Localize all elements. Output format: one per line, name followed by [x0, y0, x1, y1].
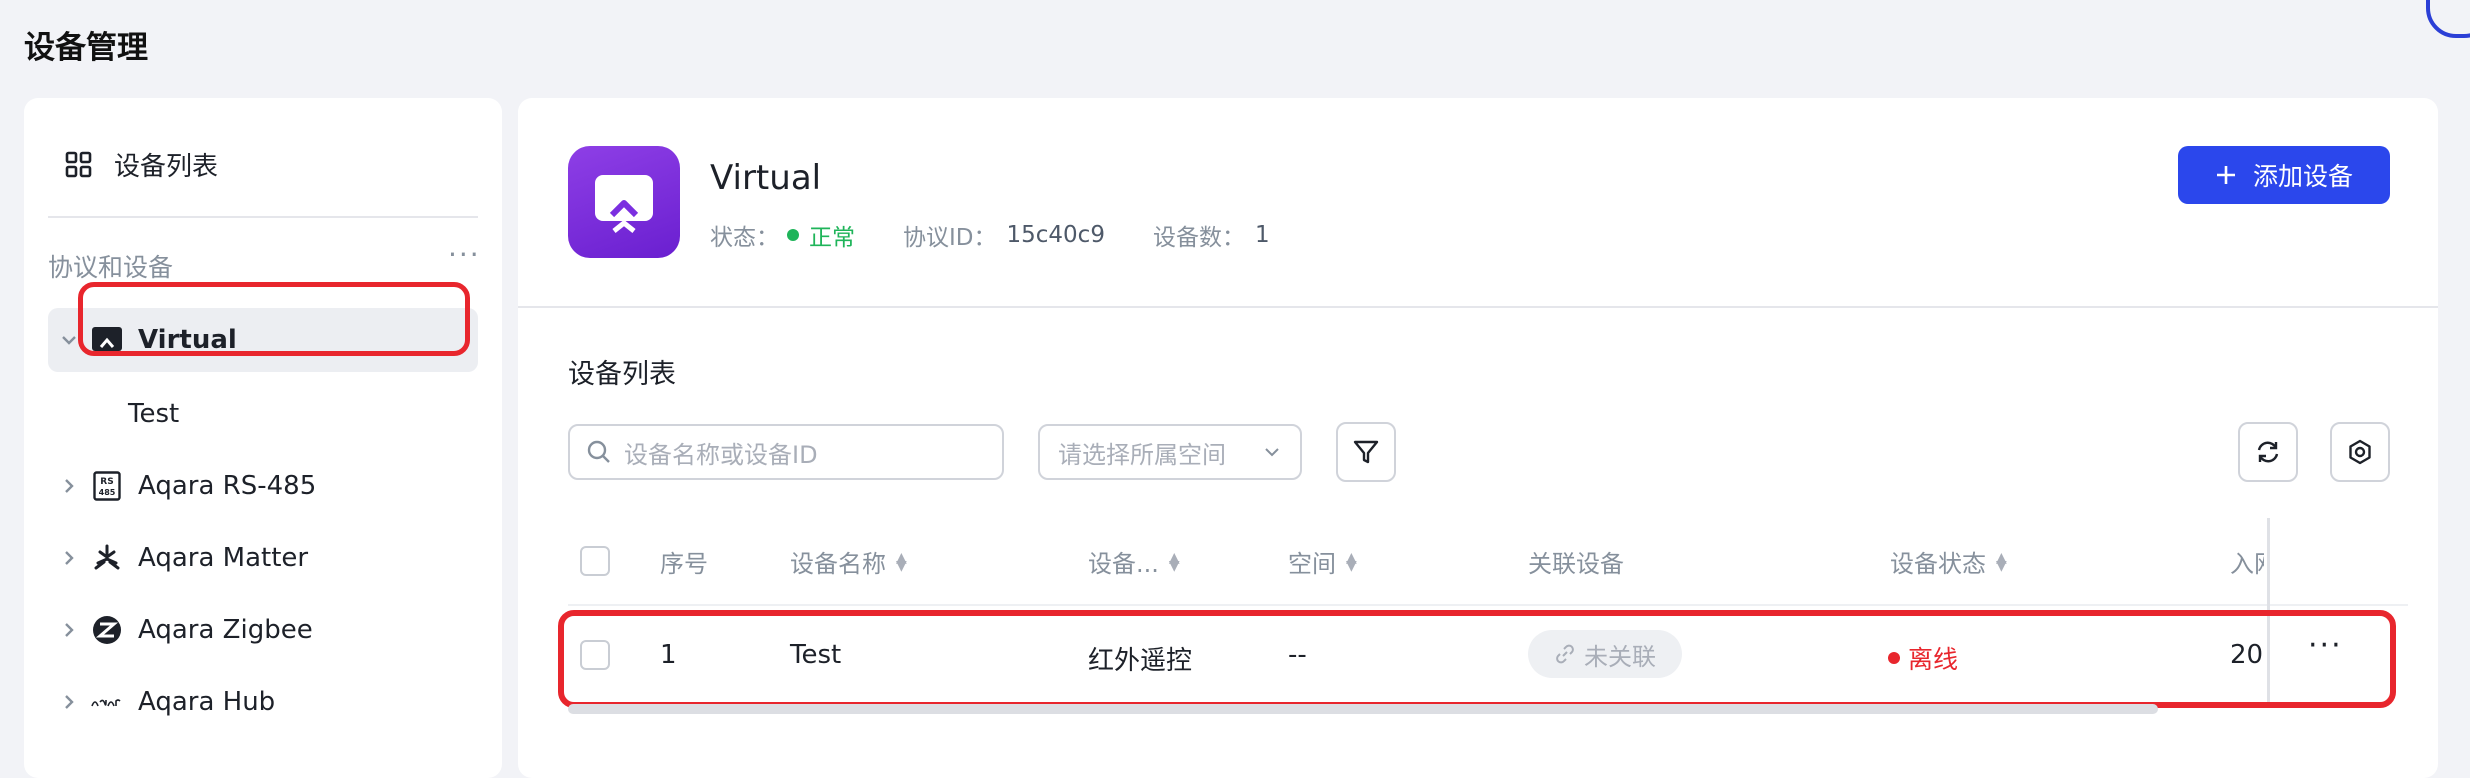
space-select[interactable]: 请选择所属空间 [1038, 424, 1302, 480]
protocol-value: 15c40c9 [1006, 222, 1105, 248]
column-header-linked: 关联设备 [1528, 544, 1624, 579]
sidebar-section-title: 协议和设备 [48, 253, 174, 282]
column-header-index: 序号 [660, 544, 708, 579]
virtual-protocol-icon [568, 146, 680, 258]
chevron-right-icon[interactable] [48, 476, 90, 496]
matter-icon [90, 541, 124, 575]
sidebar-item-label: Aqara RS-485 [138, 471, 317, 501]
corner-accent [2426, 0, 2470, 38]
sidebar-device-list-link[interactable]: 设备列表 [64, 146, 218, 183]
column-label: 关联设备 [1528, 550, 1624, 578]
chevron-right-icon[interactable] [48, 620, 90, 640]
sidebar: 设备列表 协议和设备 ··· Virtual Test RS 485 Aqara … [24, 98, 502, 778]
main-panel: Virtual 状态： 正常 协议ID： 15c40c9 设备数： 1 添加设备… [518, 98, 2438, 778]
sidebar-item-matter[interactable]: Aqara Matter [48, 526, 478, 590]
device-meta: 状态： 正常 协议ID： 15c40c9 设备数： 1 [710, 218, 1270, 252]
sort-icon[interactable]: ▲ ▼ [1169, 551, 1180, 573]
chevron-right-icon[interactable] [48, 548, 90, 568]
sidebar-item-hub[interactable]: Aqara Hub [48, 670, 478, 734]
device-name: Virtual [710, 158, 822, 198]
status-value: 正常 [809, 225, 855, 251]
column-label: 序号 [660, 550, 708, 578]
column-label: 设备状态 [1890, 550, 1986, 578]
add-device-label: 添加设备 [2252, 162, 2353, 191]
column-header-type[interactable]: 设备... ▲ ▼ [1088, 544, 1180, 579]
highlight-box-row [558, 610, 2396, 708]
settings-button[interactable] [2330, 422, 2390, 482]
table-header-separator [568, 604, 2408, 606]
add-device-button[interactable]: 添加设备 [2178, 146, 2390, 204]
count-label: 设备数： [1152, 225, 1245, 251]
aqara-logo-icon [90, 685, 124, 719]
horizontal-scrollbar[interactable] [568, 704, 2158, 714]
svg-text:RS: RS [100, 477, 113, 487]
column-label: 入网 [2230, 550, 2264, 578]
plus-icon [2215, 164, 2237, 186]
refresh-icon [2254, 438, 2282, 466]
select-all-checkbox[interactable] [580, 546, 610, 576]
highlight-box-test [78, 282, 470, 356]
sidebar-item-zigbee[interactable]: Aqara Zigbee [48, 598, 478, 662]
sort-icon[interactable]: ▲ ▼ [896, 551, 907, 573]
status-dot [787, 229, 799, 241]
column-label: 设备... [1088, 550, 1159, 578]
column-label: 空间 [1288, 550, 1336, 578]
protocol-label: 协议ID： [903, 225, 997, 251]
refresh-button[interactable] [2238, 422, 2298, 482]
zigbee-icon [90, 613, 124, 647]
column-header-joined: 入网 [2230, 544, 2264, 579]
column-header-space[interactable]: 空间 ▲ ▼ [1288, 544, 1357, 579]
rs485-icon: RS 485 [90, 469, 124, 503]
grid-icon [64, 150, 94, 180]
sidebar-header-label: 设备列表 [114, 152, 219, 182]
sidebar-child-label: Test [128, 399, 180, 429]
page-title: 设备管理 [24, 30, 148, 66]
chevron-down-icon [1262, 442, 1282, 462]
column-header-status[interactable]: 设备状态 ▲ ▼ [1890, 544, 2007, 579]
count-value: 1 [1254, 222, 1270, 248]
space-placeholder: 请选择所属空间 [1058, 440, 1226, 469]
gear-icon [2346, 438, 2374, 466]
main-divider [518, 306, 2438, 308]
svg-text:485: 485 [99, 488, 116, 497]
sidebar-item-rs485[interactable]: RS 485 Aqara RS-485 [48, 454, 478, 518]
search-icon [586, 439, 612, 465]
sort-icon[interactable]: ▲ ▼ [1996, 551, 2007, 573]
sidebar-item-label: Aqara Zigbee [138, 615, 313, 645]
search-input[interactable]: 设备名称或设备ID [568, 424, 1004, 480]
sidebar-more-button[interactable]: ··· [448, 238, 481, 271]
chevron-right-icon[interactable] [48, 692, 90, 712]
sidebar-item-label: Aqara Hub [138, 687, 276, 717]
column-header-name[interactable]: 设备名称 ▲ ▼ [790, 544, 907, 579]
column-label: 设备名称 [790, 550, 886, 578]
filter-icon [1352, 438, 1380, 466]
list-title: 设备列表 [568, 359, 676, 390]
search-placeholder: 设备名称或设备ID [624, 440, 818, 469]
sidebar-divider [48, 216, 478, 218]
filter-button[interactable] [1336, 422, 1396, 482]
sidebar-item-label: Aqara Matter [138, 543, 309, 573]
status-label: 状态： [710, 225, 779, 251]
sidebar-child-test[interactable]: Test [106, 382, 478, 446]
sort-icon[interactable]: ▲ ▼ [1346, 551, 1357, 573]
